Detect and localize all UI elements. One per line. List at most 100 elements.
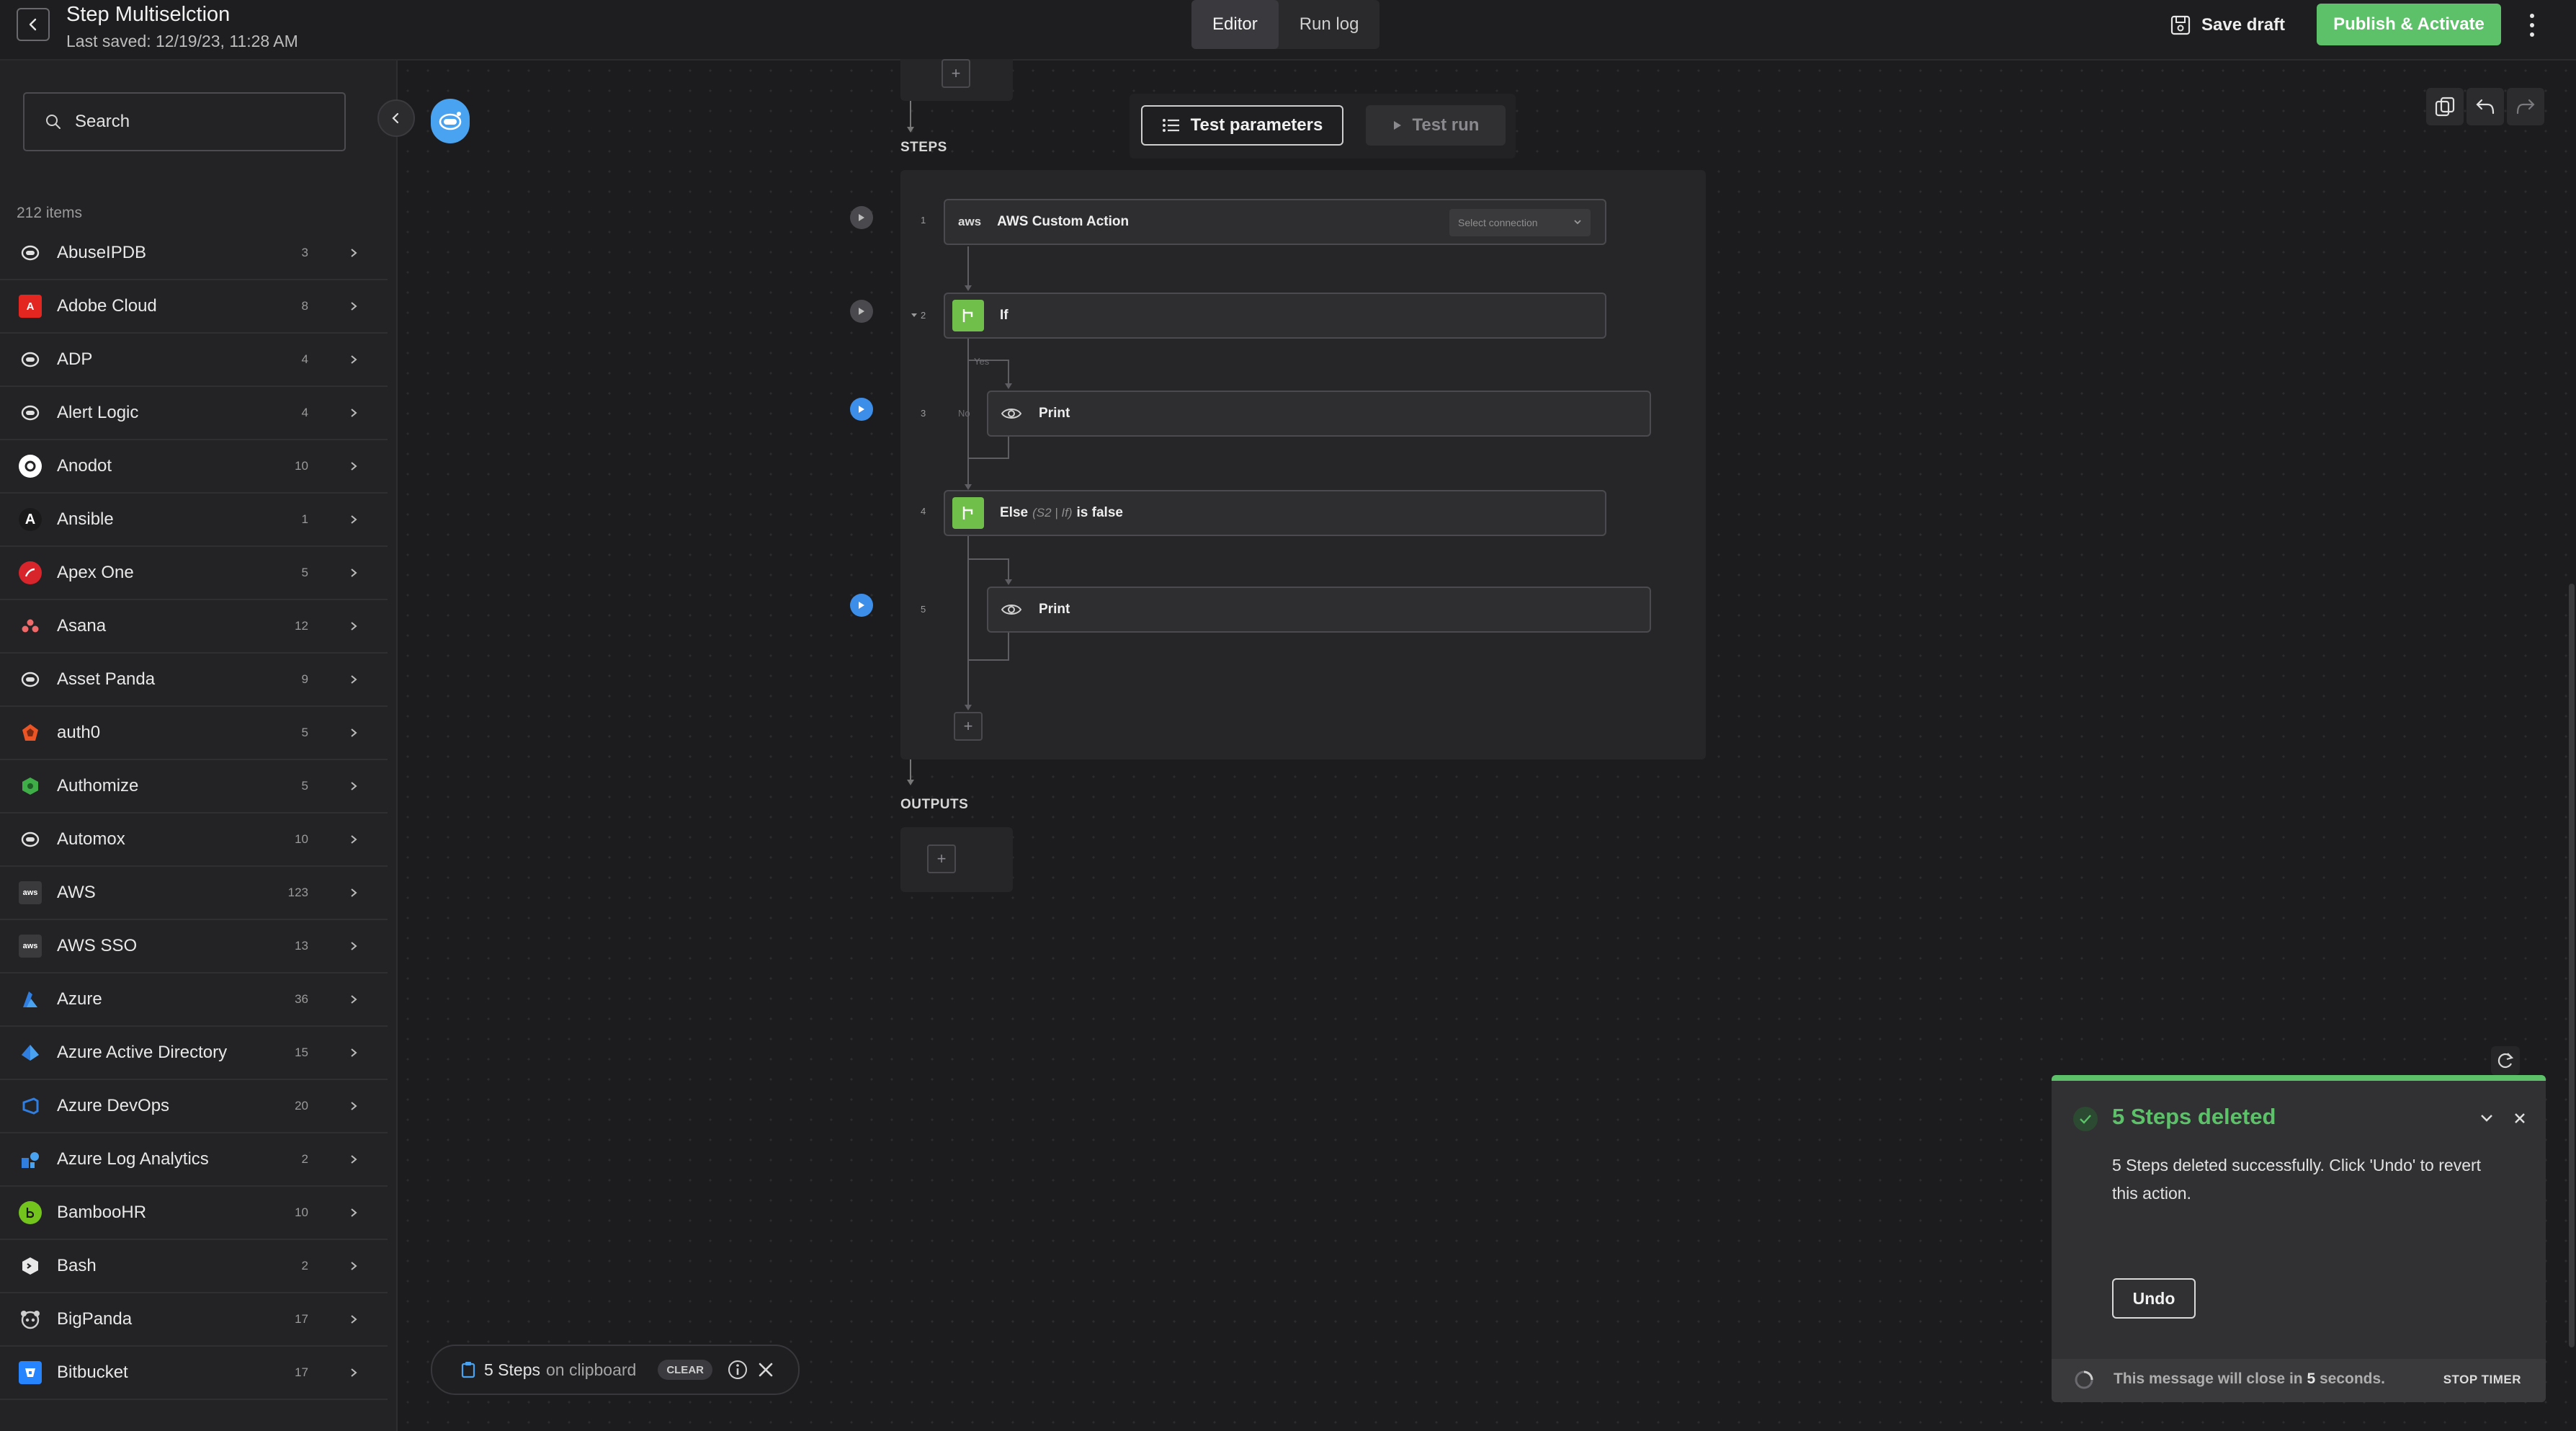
flow-lines — [965, 246, 1012, 710]
generic-connector-icon — [19, 348, 42, 371]
apex-one-icon — [19, 561, 42, 584]
run-step-button[interactable] — [850, 206, 873, 229]
step-card-print[interactable]: Print — [987, 391, 1651, 437]
list-item[interactable]: Azure Active Directory 15 — [0, 1027, 388, 1080]
bamboohr-icon — [19, 1201, 42, 1224]
list-item[interactable]: Alert Logic 4 — [0, 387, 388, 440]
back-button[interactable] — [17, 8, 50, 41]
reset-view-button[interactable] — [2491, 1046, 2520, 1075]
step-card-if[interactable]: If — [944, 293, 1606, 339]
play-icon — [859, 308, 864, 315]
bitbucket-icon — [19, 1361, 42, 1384]
toast-title: 5 Steps deleted — [2112, 1104, 2276, 1129]
close-icon[interactable] — [2508, 1107, 2531, 1130]
undo-button[interactable]: Undo — [2112, 1278, 2196, 1319]
chevron-right-icon — [351, 569, 357, 577]
list-item-count: 15 — [295, 1046, 308, 1059]
list-item[interactable]: aws AWS SSO 13 — [0, 920, 388, 973]
play-icon — [1393, 121, 1401, 130]
clear-clipboard-button[interactable]: CLEAR — [658, 1360, 712, 1380]
undo-button[interactable] — [2467, 88, 2504, 125]
list-item[interactable]: AbuseIPDB 3 — [0, 227, 388, 280]
chevron-right-icon — [351, 409, 357, 417]
add-output-button[interactable]: + — [927, 844, 956, 873]
canvas-scrollbar[interactable] — [2569, 584, 2575, 1347]
run-step-button[interactable] — [850, 398, 873, 421]
azure-ad-icon — [19, 1041, 42, 1064]
close-icon[interactable] — [757, 1361, 774, 1378]
chevron-left-icon — [29, 18, 37, 31]
list-item[interactable]: Apex One 5 — [0, 547, 388, 600]
step-label: Print — [1039, 406, 1070, 421]
list-item[interactable]: Bash 2 — [0, 1240, 388, 1293]
list-item-label: Anodot — [57, 456, 112, 476]
list-item-label: Ansible — [57, 509, 114, 529]
collapse-caret-icon[interactable] — [911, 313, 918, 318]
step-card-else[interactable]: Else (S2 | If) is false — [944, 490, 1606, 536]
collapse-sidebar-button[interactable] — [377, 99, 415, 137]
test-toolbar: Test parameters Test run — [1130, 94, 1516, 159]
list-item[interactable]: Bitbucket 17 — [0, 1347, 388, 1400]
stop-timer-button[interactable]: STOP TIMER — [2443, 1373, 2521, 1387]
list-item-label: Azure DevOps — [57, 1096, 170, 1115]
info-icon[interactable] — [727, 1359, 748, 1381]
step-number: 1 — [921, 215, 926, 226]
list-item[interactable]: Automox 10 — [0, 813, 388, 867]
tab-editor[interactable]: Editor — [1191, 0, 1279, 49]
test-parameters-button[interactable]: Test parameters — [1141, 105, 1343, 146]
list-item[interactable]: aws AWS 123 — [0, 867, 388, 920]
list-item-label: Adobe Cloud — [57, 296, 157, 316]
branch-icon — [952, 300, 984, 331]
step-card-aws-custom-action[interactable]: aws AWS Custom Action Select connection — [944, 199, 1606, 245]
copy-button[interactable] — [2426, 88, 2464, 125]
chevron-down-icon — [1574, 220, 1581, 225]
list-item[interactable]: A Adobe Cloud 8 — [0, 280, 388, 334]
generic-connector-icon — [19, 241, 42, 264]
chevron-right-icon — [351, 355, 357, 364]
list-item[interactable]: Asana 12 — [0, 600, 388, 654]
chevron-down-icon[interactable] — [2475, 1107, 2498, 1130]
list-item[interactable]: Authomize 5 — [0, 760, 388, 813]
test-run-button[interactable]: Test run — [1366, 105, 1506, 146]
chevron-right-icon — [351, 888, 357, 897]
chevron-right-icon — [351, 1102, 357, 1110]
tab-run-log[interactable]: Run log — [1279, 0, 1380, 49]
list-item[interactable]: BigPanda 17 — [0, 1293, 388, 1347]
toast-timer-text: This message will close in 5 seconds. — [2114, 1370, 2385, 1388]
redo-button[interactable] — [2507, 88, 2544, 125]
step-label: AWS Custom Action — [997, 214, 1130, 229]
list-item[interactable]: BambooHR 10 — [0, 1187, 388, 1240]
save-draft-button[interactable]: Save draft — [2170, 10, 2285, 40]
list-item-label: AbuseIPDB — [57, 243, 147, 262]
publish-activate-button[interactable]: Publish & Activate — [2317, 4, 2501, 45]
list-item[interactable]: auth0 5 — [0, 707, 388, 760]
clipboard-bar: 5 Steps on clipboard CLEAR — [431, 1345, 800, 1395]
list-item[interactable]: Azure Log Analytics 2 — [0, 1133, 388, 1187]
list-item-label: Authomize — [57, 776, 139, 795]
timer-suffix: seconds. — [2319, 1370, 2386, 1387]
list-item[interactable]: Anodot 10 — [0, 440, 388, 494]
select-connection-dropdown[interactable]: Select connection — [1449, 209, 1591, 236]
step-label: Else — [1000, 505, 1029, 520]
run-step-button[interactable] — [850, 300, 873, 323]
more-options-icon[interactable] — [2521, 7, 2543, 43]
add-step-button[interactable]: + — [954, 712, 983, 741]
list-item[interactable]: Azure 36 — [0, 973, 388, 1027]
chevron-right-icon — [351, 1208, 357, 1217]
eye-icon — [997, 595, 1026, 624]
add-input-button[interactable]: + — [942, 59, 970, 88]
list-item-label: Automox — [57, 829, 125, 849]
step-number: 2 — [921, 310, 926, 321]
list-item[interactable]: A Ansible 1 — [0, 494, 388, 547]
list-item-label: Asana — [57, 616, 107, 636]
list-item[interactable]: Azure DevOps 20 — [0, 1080, 388, 1133]
step-card-print[interactable]: Print — [987, 587, 1651, 633]
workflow-title[interactable]: Step Multiselction — [66, 3, 230, 27]
search-input[interactable]: Search — [23, 92, 346, 151]
list-item[interactable]: ADP 4 — [0, 334, 388, 387]
list-item-count: 4 — [301, 352, 308, 366]
list-item[interactable]: Asset Panda 9 — [0, 654, 388, 707]
assistant-bot-button[interactable] — [431, 99, 470, 143]
connector-sidebar: Search 212 items AbuseIPDB 3 A Adobe Clo… — [0, 61, 398, 1431]
run-step-button[interactable] — [850, 594, 873, 617]
